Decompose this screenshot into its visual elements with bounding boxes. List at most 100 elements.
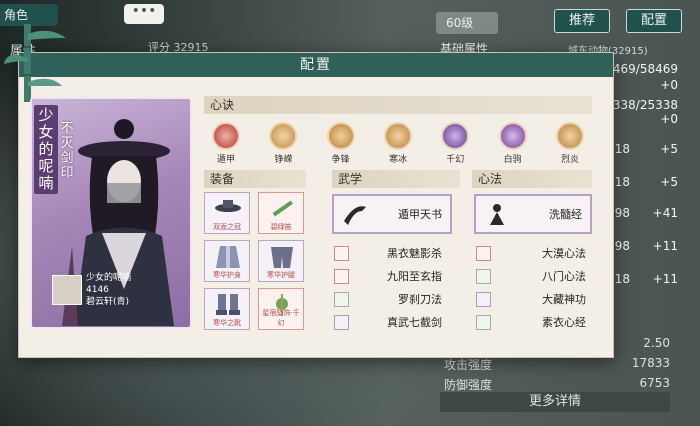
equipment-slot[interactable]: 星宿坠饰·千幻	[258, 288, 304, 330]
equipment-caption: 寒华之靴	[213, 319, 241, 327]
xinjue-skill-label: 遁甲	[216, 155, 235, 165]
xinfa-item-label: 八门心法	[542, 270, 586, 283]
wuxue-item-label: 九阳至玄指	[387, 270, 442, 283]
xinjue-skill[interactable]: 遁甲	[206, 122, 246, 165]
xinfa-main-skill[interactable]: 洗髓经	[474, 194, 592, 234]
footer-stat-value: 2.50	[643, 336, 670, 350]
boots-icon	[216, 294, 240, 315]
equipment-slot[interactable]: 寒华护腿	[258, 240, 304, 282]
equipment-grid: 双面之冠 碧绿笛 寒华护身 寒华护腿 寒华之靴 星宿坠饰·千幻	[204, 192, 308, 330]
attr-row-value: +5	[660, 175, 678, 189]
zhengfeng-icon	[326, 122, 355, 150]
footer-stat-label: 防御强度	[444, 378, 493, 392]
wuxue-item-icon	[334, 291, 349, 307]
xinfa-item[interactable]: 大漠心法	[476, 244, 588, 262]
leggings-icon	[271, 247, 293, 268]
equipment-slot[interactable]: 碧绿笛	[258, 192, 304, 234]
wuxue-list: 黑衣魅影杀 九阳至玄指 罗刹刀法 真武七截剑	[334, 244, 444, 336]
equipment-caption: 寒华护身	[213, 271, 241, 279]
wuxue-main-skill[interactable]: 遁甲天书	[332, 194, 452, 234]
equipment-caption: 寒华护腿	[267, 271, 295, 279]
attr-row-value: +11	[652, 272, 678, 286]
xisuijing-icon	[490, 204, 504, 225]
attr-row-base: 98	[614, 239, 630, 253]
wuxue-main-label: 遁甲天书	[398, 208, 442, 221]
character-title-vertical: 不灭剑印	[60, 121, 74, 181]
player-score: 4146	[86, 285, 109, 295]
xinjue-skill[interactable]: 白驹	[493, 122, 533, 165]
robe-icon	[216, 246, 240, 268]
equipment-caption: 碧绿笛	[270, 223, 292, 231]
player-avatar	[52, 275, 82, 305]
section-equipment: 装备	[204, 170, 306, 188]
xinjue-skill-label: 烈炎	[560, 155, 579, 165]
xinfa-item-icon	[476, 314, 491, 330]
xinfa-item-label: 大漠心法	[542, 247, 586, 260]
footer-stat-value: 17833	[631, 356, 670, 370]
chat-bubble-button[interactable]: •••	[124, 4, 164, 24]
character-name-vertical: 少女的呢喃	[34, 105, 58, 194]
character-card[interactable]: 少女的呢喃 不灭剑印 少女的呢喃 4146 碧云轩(青)	[30, 97, 192, 329]
baiju-icon	[498, 122, 527, 150]
xinjue-skill[interactable]: 铮嵘	[263, 122, 303, 165]
wuxue-item-label: 黑衣魅影杀	[387, 247, 442, 260]
wuxue-item[interactable]: 罗刹刀法	[334, 290, 444, 308]
xinjue-skill[interactable]: 烈炎	[550, 122, 590, 165]
background-title-tab: 角色	[0, 4, 58, 26]
qianhuan-icon	[441, 122, 470, 150]
wuxue-item-icon	[334, 268, 349, 284]
xinfa-list: 大漠心法 八门心法 大藏神功 素衣心经	[476, 244, 588, 336]
hanbing-icon	[383, 122, 412, 150]
player-info: 少女的呢喃 4146 碧云轩(青)	[86, 272, 131, 308]
more-details-button[interactable]: 更多详情	[440, 392, 670, 412]
wuxue-item[interactable]: 九阳至玄指	[334, 267, 444, 285]
equipment-slot[interactable]: 寒华护身	[204, 240, 250, 282]
xinjue-skill-row: 遁甲 铮嵘 争锋 寒冰 千幻 白驹 烈炎	[206, 122, 590, 165]
wuxue-item-icon	[334, 245, 349, 261]
section-xinfa: 心法	[472, 170, 592, 188]
footer-stat-label: 攻击强度	[444, 358, 493, 372]
xinjue-skill[interactable]: 千幻	[435, 122, 475, 165]
wuxue-item-label: 罗刹刀法	[398, 293, 442, 306]
attr-row-value: +41	[652, 206, 678, 220]
xinfa-main-label: 洗髓经	[549, 208, 582, 221]
config-button[interactable]: 配置	[626, 9, 682, 33]
xinjue-skill-label: 铮嵘	[274, 155, 293, 165]
xinjue-skill[interactable]: 争锋	[321, 122, 361, 165]
attr-row-base: 98	[614, 206, 630, 220]
xinfa-item[interactable]: 素衣心经	[476, 313, 588, 331]
xinfa-item[interactable]: 八门心法	[476, 267, 588, 285]
modal-title: 配置	[19, 53, 613, 77]
dunjia-book-icon	[344, 206, 366, 225]
xinjue-skill-label: 争锋	[331, 155, 350, 165]
flute-icon	[272, 200, 293, 217]
wuxue-item-icon	[334, 314, 349, 330]
equipment-caption: 双面之冠	[213, 223, 241, 231]
xinfa-item[interactable]: 大藏神功	[476, 290, 588, 308]
xinfa-item-icon	[476, 245, 491, 261]
player-guild: 碧云轩(青)	[86, 297, 130, 307]
hat-icon	[215, 200, 241, 212]
section-xinjue: 心诀	[204, 96, 592, 114]
bamboo-decoration-icon	[4, 24, 66, 102]
level-badge: 60级	[436, 12, 498, 34]
equipment-caption: 星宿坠饰·千幻	[262, 309, 300, 327]
wuxue-item[interactable]: 黑衣魅影杀	[334, 244, 444, 262]
recommend-button[interactable]: 推荐	[554, 9, 610, 33]
dunjia-icon	[212, 122, 240, 150]
lieyan-icon	[555, 122, 584, 150]
zhengrong-icon	[269, 122, 298, 150]
xinjue-skill[interactable]: 寒冰	[378, 122, 418, 165]
footer-stat-value: 6753	[639, 376, 670, 390]
section-wuxue: 武学	[332, 170, 460, 188]
xinfa-item-label: 素衣心经	[542, 316, 586, 329]
wuxue-item-label: 真武七截剑	[387, 316, 442, 329]
xinfa-item-icon	[476, 268, 491, 284]
xinjue-skill-label: 千幻	[446, 155, 465, 165]
equipment-slot[interactable]: 寒华之靴	[204, 288, 250, 330]
attr-row-value: +0	[660, 78, 678, 92]
equipment-slot[interactable]: 双面之冠	[204, 192, 250, 234]
attr-row-value: +0	[660, 112, 678, 126]
wuxue-item[interactable]: 真武七截剑	[334, 313, 444, 331]
xinjue-skill-label: 寒冰	[388, 155, 407, 165]
